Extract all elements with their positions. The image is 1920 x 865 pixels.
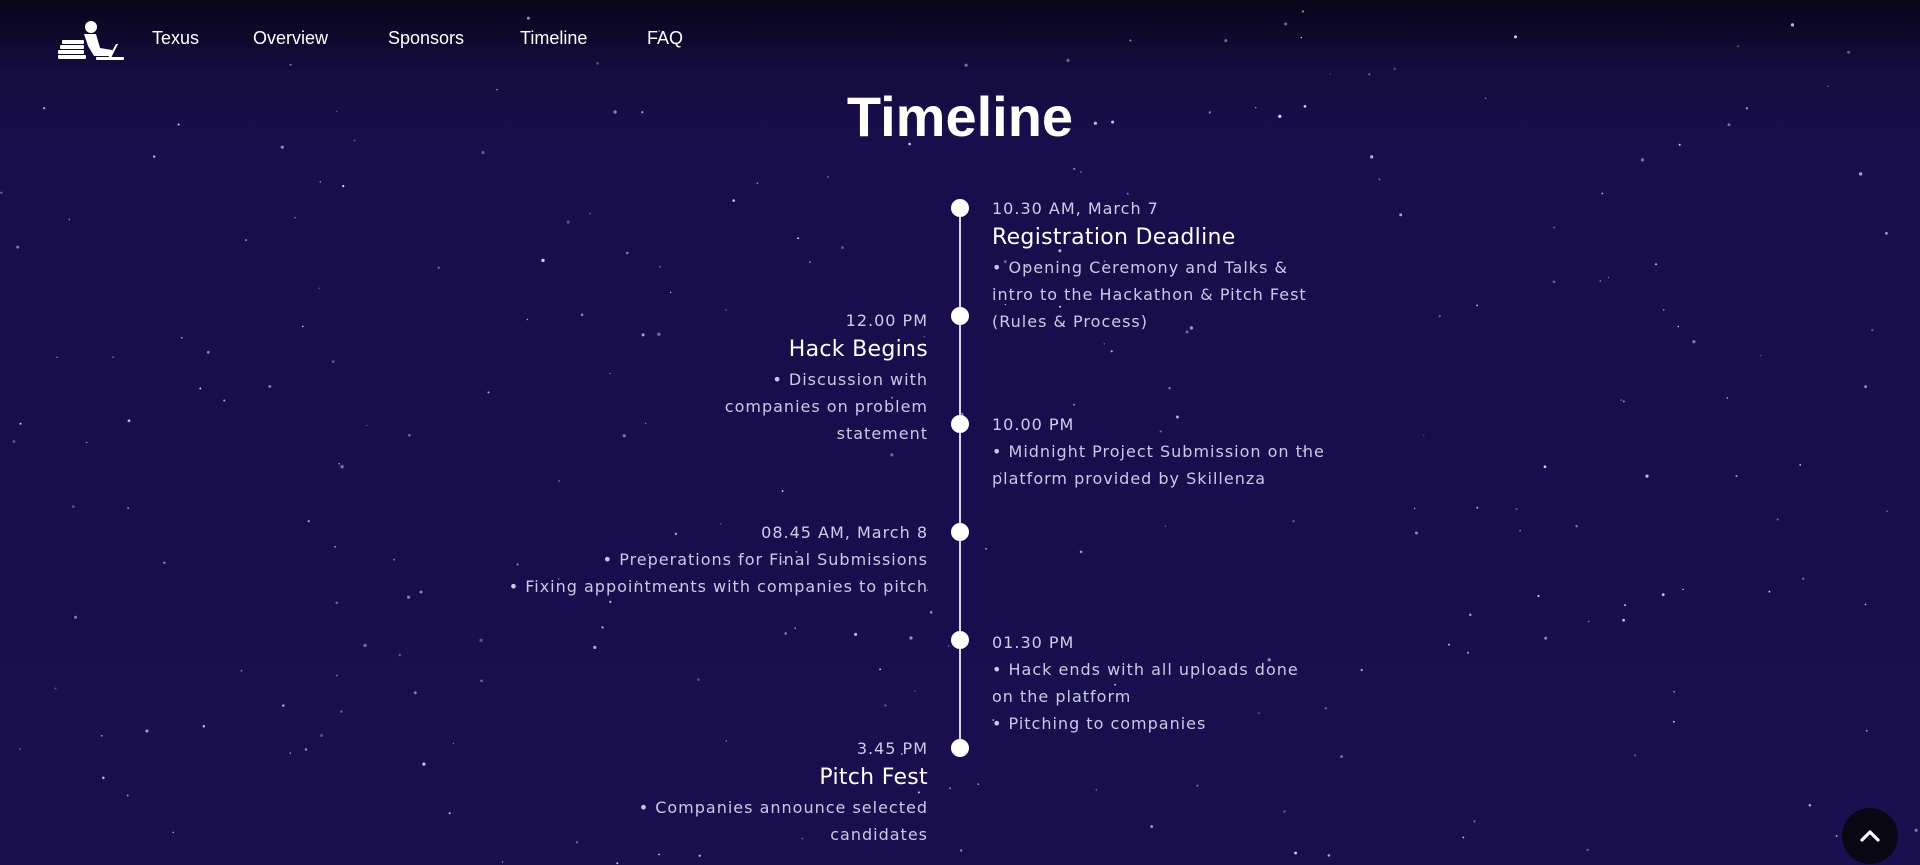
- nav-link-faq[interactable]: FAQ: [647, 28, 683, 49]
- person-at-laptop-logo-icon[interactable]: [56, 20, 126, 62]
- chevron-up-icon: [1860, 830, 1880, 842]
- scroll-to-top-button[interactable]: [1842, 808, 1898, 864]
- nav-link-overview[interactable]: Overview: [253, 28, 328, 49]
- timeline-description-line: • Preperations for Final Submissions: [602, 550, 928, 569]
- timeline-description-line: • Opening Ceremony and Talks &: [992, 258, 1288, 277]
- page-title: Timeline: [846, 85, 1074, 148]
- timeline-description-line: • Companies announce selected: [638, 798, 928, 817]
- timeline-description-line: • Pitching to companies: [992, 714, 1207, 733]
- timeline-time: 10.00 PM: [992, 415, 1075, 434]
- timeline-entry: 10.30 AM, March 7 Registration Deadline …: [992, 196, 1307, 335]
- timeline-description-line: on the platform: [992, 687, 1132, 706]
- timeline-description-line: platform provided by Skillenza: [992, 469, 1267, 488]
- timeline-heading: Pitch Fest: [819, 765, 928, 790]
- timeline-time: 3.45 PM: [856, 739, 928, 758]
- navbar: Texus Overview Sponsors Timeline FAQ: [0, 0, 1920, 78]
- nav-link-sponsors[interactable]: Sponsors: [388, 28, 464, 49]
- timeline-description-line: intro to the Hackathon & Pitch Fest: [992, 285, 1307, 304]
- timeline-entry: 01.30 PM • Hack ends with all uploads do…: [992, 630, 1299, 737]
- timeline-description-line: • Fixing appointments with companies to …: [508, 577, 928, 596]
- timeline-time: 10.30 AM, March 7: [992, 199, 1159, 218]
- nav-link-texus[interactable]: Texus: [152, 28, 199, 49]
- timeline-dot: [951, 523, 969, 541]
- timeline-description-line: • Hack ends with all uploads done: [992, 660, 1299, 679]
- timeline-time: 12.00 PM: [845, 311, 928, 330]
- timeline-entry: 3.45 PM Pitch Fest • Companies announce …: [639, 736, 928, 848]
- timeline-heading: Registration Deadline: [992, 225, 1236, 250]
- timeline-description-line: (Rules & Process): [992, 312, 1148, 331]
- timeline-dot: [951, 631, 969, 649]
- timeline-dot: [951, 199, 969, 217]
- timeline-description-line: • Discussion with: [772, 370, 928, 389]
- timeline-description-line: companies on problem: [724, 397, 928, 416]
- nav-link-timeline[interactable]: Timeline: [520, 28, 587, 49]
- timeline-heading: Hack Begins: [788, 337, 928, 362]
- timeline-description-line: candidates: [830, 825, 928, 844]
- timeline-dot: [951, 415, 969, 433]
- timeline-time: 08.45 AM, March 8: [761, 523, 928, 542]
- timeline-time: 01.30 PM: [992, 633, 1075, 652]
- timeline-entry: 08.45 AM, March 8 • Preperations for Fin…: [509, 520, 928, 600]
- timeline-entry: 12.00 PM Hack Begins • Discussion with c…: [725, 308, 928, 447]
- timeline-entry: 10.00 PM • Midnight Project Submission o…: [992, 412, 1325, 492]
- timeline-dot: [951, 307, 969, 325]
- timeline-description-line: statement: [836, 424, 928, 443]
- timeline-description-line: • Midnight Project Submission on the: [992, 442, 1325, 461]
- timeline-dot: [951, 739, 969, 757]
- timeline-line: [959, 208, 961, 748]
